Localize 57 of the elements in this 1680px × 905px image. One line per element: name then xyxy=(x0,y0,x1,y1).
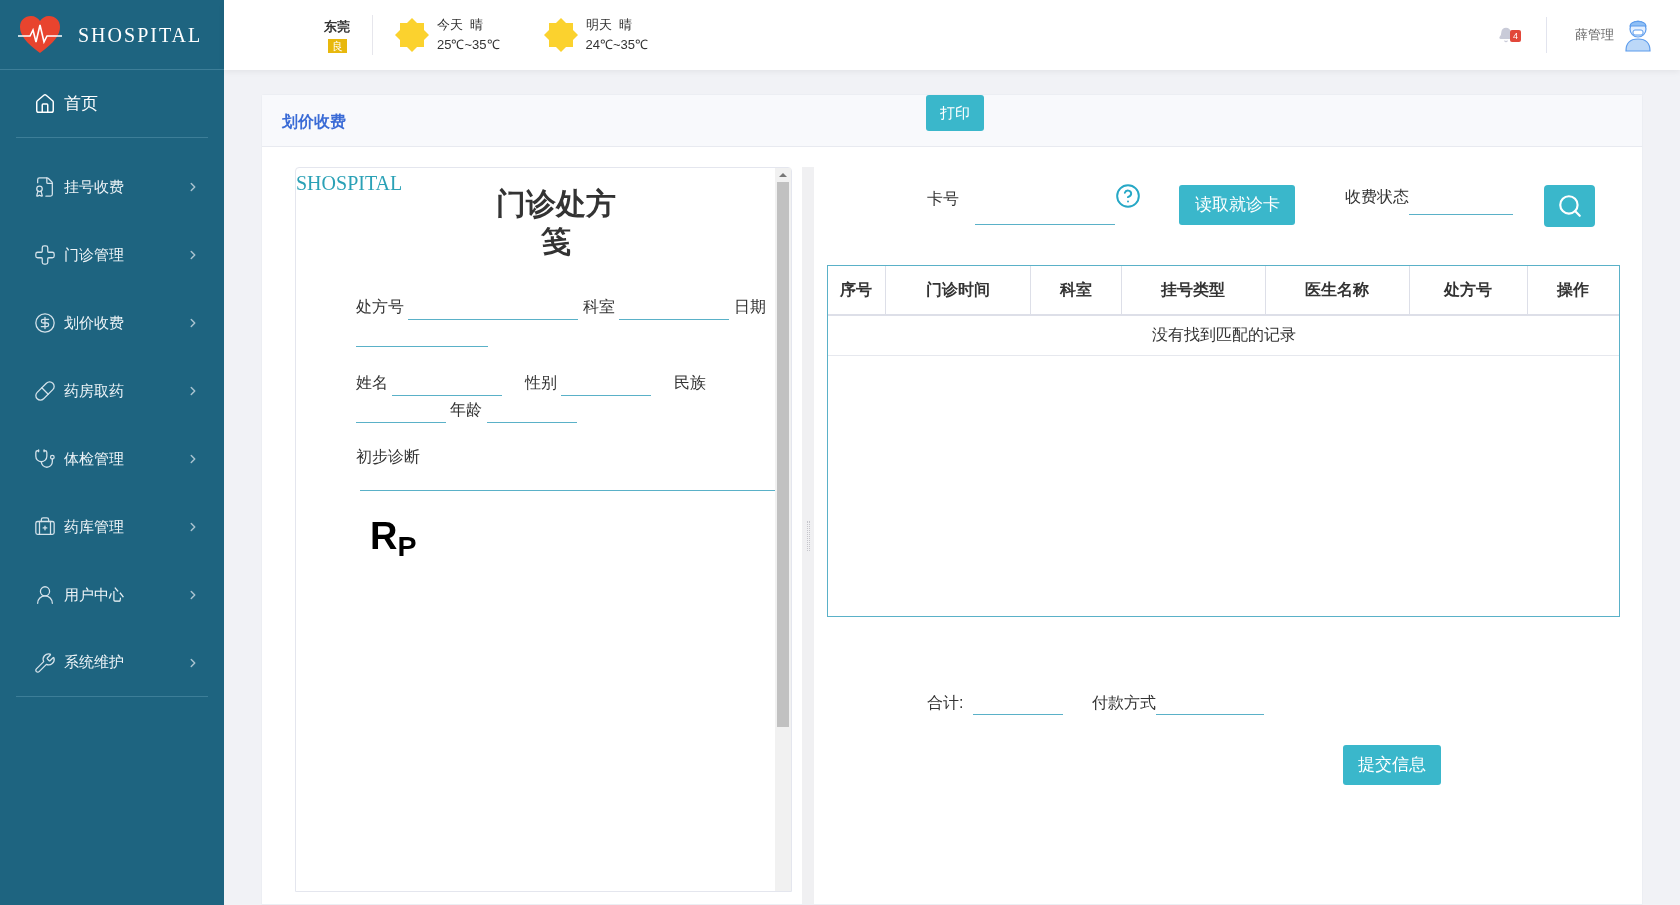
column-header: 科室 xyxy=(1030,266,1121,315)
field-label: 科室 xyxy=(582,298,615,315)
card-number-label: 卡号 xyxy=(927,189,959,209)
payment-method-label: 付款方式 xyxy=(1092,693,1157,713)
column-header: 门诊时间 xyxy=(885,266,1030,315)
sidebar-item[interactable]: 划价收费 xyxy=(16,289,208,357)
pill-icon xyxy=(34,380,56,402)
sidebar-item[interactable]: 挂号收费 xyxy=(16,153,208,221)
column-header: 操作 xyxy=(1527,266,1619,315)
total-label: 合计: xyxy=(927,693,964,713)
user-icon xyxy=(34,584,56,606)
empty-table-message: 没有找到匹配的记录 xyxy=(828,315,1619,355)
field-label: 初步诊断 xyxy=(356,447,421,467)
medical-case-icon xyxy=(34,516,56,538)
sidebar-item[interactable]: 药房取药 xyxy=(16,357,208,425)
air-quality-badge: 良 xyxy=(327,38,347,53)
scrollbar[interactable] xyxy=(775,168,791,891)
column-header: 序号 xyxy=(828,266,885,315)
stethoscope-icon xyxy=(34,448,56,470)
column-header: 挂号类型 xyxy=(1121,266,1265,315)
field-label: 性别 xyxy=(524,374,557,391)
help-icon[interactable] xyxy=(1115,183,1141,209)
medical-cross-icon xyxy=(34,244,56,266)
prescription-title: 门诊处方笺 xyxy=(494,186,617,260)
sidebar-item[interactable]: 门诊管理 xyxy=(16,221,208,289)
house-icon xyxy=(34,92,56,115)
card-title: 划价收费 xyxy=(282,112,346,132)
search-icon xyxy=(1556,193,1583,219)
temperature-range: 24℃~35℃ xyxy=(585,36,649,54)
field-label: 姓名 xyxy=(356,374,388,391)
search-button[interactable] xyxy=(1544,185,1595,227)
field-label: 民族 xyxy=(673,374,706,391)
sidebar-item[interactable]: 首页 xyxy=(16,70,208,138)
field-label: 年龄 xyxy=(450,401,483,418)
sidebar-item[interactable]: 用户中心 xyxy=(16,561,208,629)
sidebar-item[interactable]: 系统维护 xyxy=(16,629,208,697)
weather-day: 明天 晴 xyxy=(585,15,649,35)
brand-name: SHOSPITAL xyxy=(78,22,203,48)
sidebar-item[interactable]: 药库管理 xyxy=(16,493,208,561)
rp-symbol: R$_{P}$ xyxy=(370,517,418,555)
sidebar-item[interactable]: 体检管理 xyxy=(16,425,208,493)
column-header: 医生名称 xyxy=(1265,266,1409,315)
temperature-range: 25℃~35℃ xyxy=(437,36,500,54)
coin-icon xyxy=(34,312,56,334)
heart-logo-icon xyxy=(18,14,62,55)
user-name[interactable]: 薛管理 xyxy=(1575,25,1614,45)
prescription-brand: SHOSPITAL xyxy=(296,171,404,195)
document-icon xyxy=(34,176,56,198)
field-label: 日期 xyxy=(733,298,766,315)
notification-badge: 4 xyxy=(1510,30,1521,42)
column-header: 处方号 xyxy=(1409,266,1527,315)
user-avatar-icon[interactable] xyxy=(1624,18,1652,52)
wrench-icon xyxy=(34,651,56,674)
field-label: 处方号 xyxy=(356,298,404,315)
city-name: 东莞 xyxy=(324,18,350,37)
payment-status-label: 收费状态 xyxy=(1345,187,1409,207)
weather-day: 今天 晴 xyxy=(437,15,500,35)
